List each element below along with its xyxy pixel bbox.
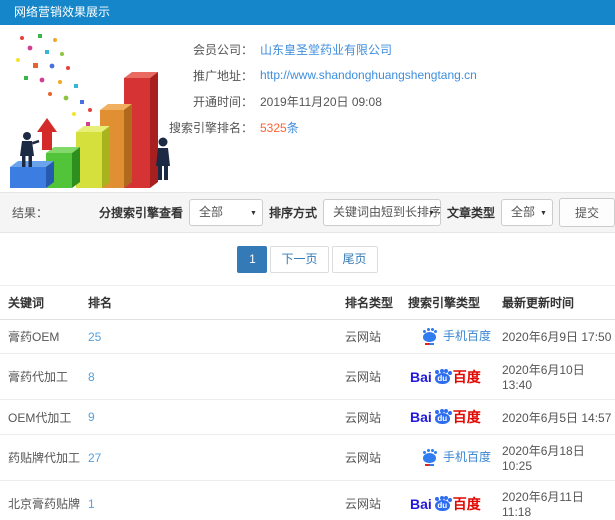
confetti-dots — [16, 34, 106, 138]
chevron-down-icon: ▼ — [250, 210, 257, 217]
rank-count-unit: 条 — [286, 120, 299, 135]
page-button-next[interactable]: 下一页 — [270, 246, 329, 273]
article-type-select[interactable]: 全部 ▼ — [500, 199, 553, 226]
engine-filter-label: 分搜索引擎查看 — [98, 206, 183, 220]
rank-link[interactable]: 9 — [88, 410, 95, 424]
header-rank: 排名 — [80, 285, 337, 320]
updated-cell: 2020年6月9日 17:50 — [494, 319, 615, 354]
pagination: 1 下一页 尾页 — [0, 246, 615, 273]
baidu-paw-icon — [422, 328, 438, 345]
table-row: 膏药OEM 25 云网站 手机百度 2020年6月9日 17:50 — [0, 319, 615, 354]
company-info-list: 会员公司： 山东皇圣堂药业有限公司 推广地址： http://www.shand… — [165, 25, 615, 140]
engine-cell: 手机百度 — [400, 319, 494, 354]
updated-cell: 2020年6月10日 13:40 — [494, 353, 615, 400]
article-type-label: 文章类型 — [446, 206, 495, 220]
rank-link[interactable]: 1 — [88, 497, 95, 511]
rank-count-value: 5325 — [260, 120, 287, 135]
baidu-cn-text: 百度 — [452, 368, 481, 385]
sort-filter-value: 关键词由短到长排序 — [332, 205, 441, 219]
rank-link[interactable]: 27 — [88, 451, 101, 465]
rank-type-cell: 云网站 — [337, 399, 400, 435]
baidu-bai-text: Bai — [410, 495, 432, 512]
company-name-link[interactable]: 山东皇圣堂药业有限公司 — [260, 41, 392, 58]
open-time-value: 2019年11月20日 09:08 — [260, 94, 382, 109]
rank-type-cell: 云网站 — [337, 353, 400, 400]
mobile-baidu-label: 手机百度 — [443, 329, 492, 343]
result-label: 结果： — [12, 206, 49, 220]
header-engine-type: 搜索引擎类型 — [400, 285, 494, 320]
baidu-logo: Bai du 百度 — [410, 494, 481, 514]
table-row: OEM代加工 9 云网站 Bai du 百度 2020年6月5日 14:57 — [0, 399, 615, 435]
rank-type-cell: 云网站 — [337, 319, 400, 354]
baidu-bai-text: Bai — [410, 368, 432, 385]
table-body: 膏药OEM 25 云网站 手机百度 2020年6月9日 17:50 膏药代加工 … — [0, 319, 615, 520]
growth-chart-graphic — [10, 34, 170, 188]
results-table: 关键词 排名 排名类型 搜索引擎类型 最新更新时间 膏药OEM 25 云网站 手… — [0, 285, 615, 520]
sort-filter-select[interactable]: 关键词由短到长排序 ▼ — [322, 199, 441, 226]
engine-cell: 手机百度 — [400, 434, 494, 481]
up-arrow-icon — [37, 118, 57, 150]
bar-chart-illustration — [0, 30, 185, 192]
updated-cell: 2020年6月11日 11:18 — [494, 480, 615, 520]
baidu-bai-text: Bai — [410, 409, 432, 425]
keyword-cell: 药贴牌代加工 — [0, 434, 80, 481]
table-header-row: 关键词 排名 排名类型 搜索引擎类型 最新更新时间 — [0, 285, 615, 320]
article-type-value: 全部 — [510, 205, 535, 219]
updated-cell: 2020年6月5日 14:57 — [494, 399, 615, 435]
sort-filter-label: 排序方式 — [268, 206, 317, 220]
baidu-paw-icon: du — [433, 496, 452, 511]
chevron-down-icon: ▼ — [428, 210, 435, 217]
keyword-cell: 膏药代加工 — [0, 353, 80, 400]
page-button-last[interactable]: 尾页 — [331, 246, 378, 273]
baidu-cn-text: 百度 — [452, 409, 481, 425]
page-button-current[interactable]: 1 — [237, 246, 268, 273]
promo-url-link[interactable]: http://www.shandonghuangshengtang.cn — [260, 68, 477, 82]
baidu-paw-icon: du — [433, 410, 452, 424]
baidu-logo: Bai du 百度 — [410, 367, 481, 387]
table-row: 药贴牌代加工 27 云网站 手机百度 2020年6月18日 10:25 — [0, 434, 615, 481]
mobile-baidu-label: 手机百度 — [443, 450, 492, 464]
header-keyword: 关键词 — [0, 285, 80, 320]
rank-link[interactable]: 8 — [88, 370, 95, 384]
submit-button[interactable]: 提交 — [558, 198, 615, 227]
rank-type-cell: 云网站 — [337, 480, 400, 520]
info-row-opened: 开通时间： 2019年11月20日 09:08 — [165, 88, 615, 114]
info-row-rank-count: 搜索引擎排名： 5325条 — [165, 114, 615, 140]
baidu-paw-icon: du — [433, 369, 452, 384]
engine-cell: Bai du 百度 — [400, 399, 494, 435]
keyword-cell: OEM代加工 — [0, 399, 80, 435]
keyword-cell: 北京膏药贴牌 — [0, 480, 80, 520]
info-row-company: 会员公司： 山东皇圣堂药业有限公司 — [165, 36, 615, 62]
page-title: 网络营销效果展示 — [0, 0, 615, 25]
filter-bar: 结果： 分搜索引擎查看 全部 ▼ 排序方式 关键词由短到长排序 ▼ 文章类型 全… — [0, 192, 615, 233]
rank-type-cell: 云网站 — [337, 434, 400, 481]
info-row-url: 推广地址： http://www.shandonghuangshengtang.… — [165, 62, 615, 88]
baidu-logo: Bai du 百度 — [410, 407, 481, 427]
engine-cell: Bai du 百度 — [400, 353, 494, 400]
engine-filter-value: 全部 — [198, 205, 223, 219]
header-rank-type: 排名类型 — [337, 285, 400, 320]
header-updated: 最新更新时间 — [494, 285, 615, 320]
info-section: 会员公司： 山东皇圣堂药业有限公司 推广地址： http://www.shand… — [0, 25, 615, 192]
engine-filter-select[interactable]: 全部 ▼ — [188, 199, 263, 226]
updated-cell: 2020年6月18日 10:25 — [494, 434, 615, 481]
rank-link[interactable]: 25 — [88, 330, 101, 344]
businessman-right — [156, 137, 170, 180]
engine-cell: Bai du 百度 — [400, 480, 494, 520]
table-row: 膏药代加工 8 云网站 Bai du 百度 2020年6月10日 13:40 — [0, 353, 615, 400]
table-row: 北京膏药贴牌 1 云网站 Bai du 百度 2020年6月11日 11:18 — [0, 480, 615, 520]
chevron-down-icon: ▼ — [540, 210, 547, 217]
bar-yellow — [76, 126, 110, 188]
mobile-baidu-logo: 手机百度 — [422, 327, 492, 345]
mobile-baidu-logo: 手机百度 — [422, 448, 492, 466]
baidu-cn-text: 百度 — [452, 495, 481, 512]
baidu-paw-icon — [422, 449, 438, 466]
keyword-cell: 膏药OEM — [0, 319, 80, 354]
